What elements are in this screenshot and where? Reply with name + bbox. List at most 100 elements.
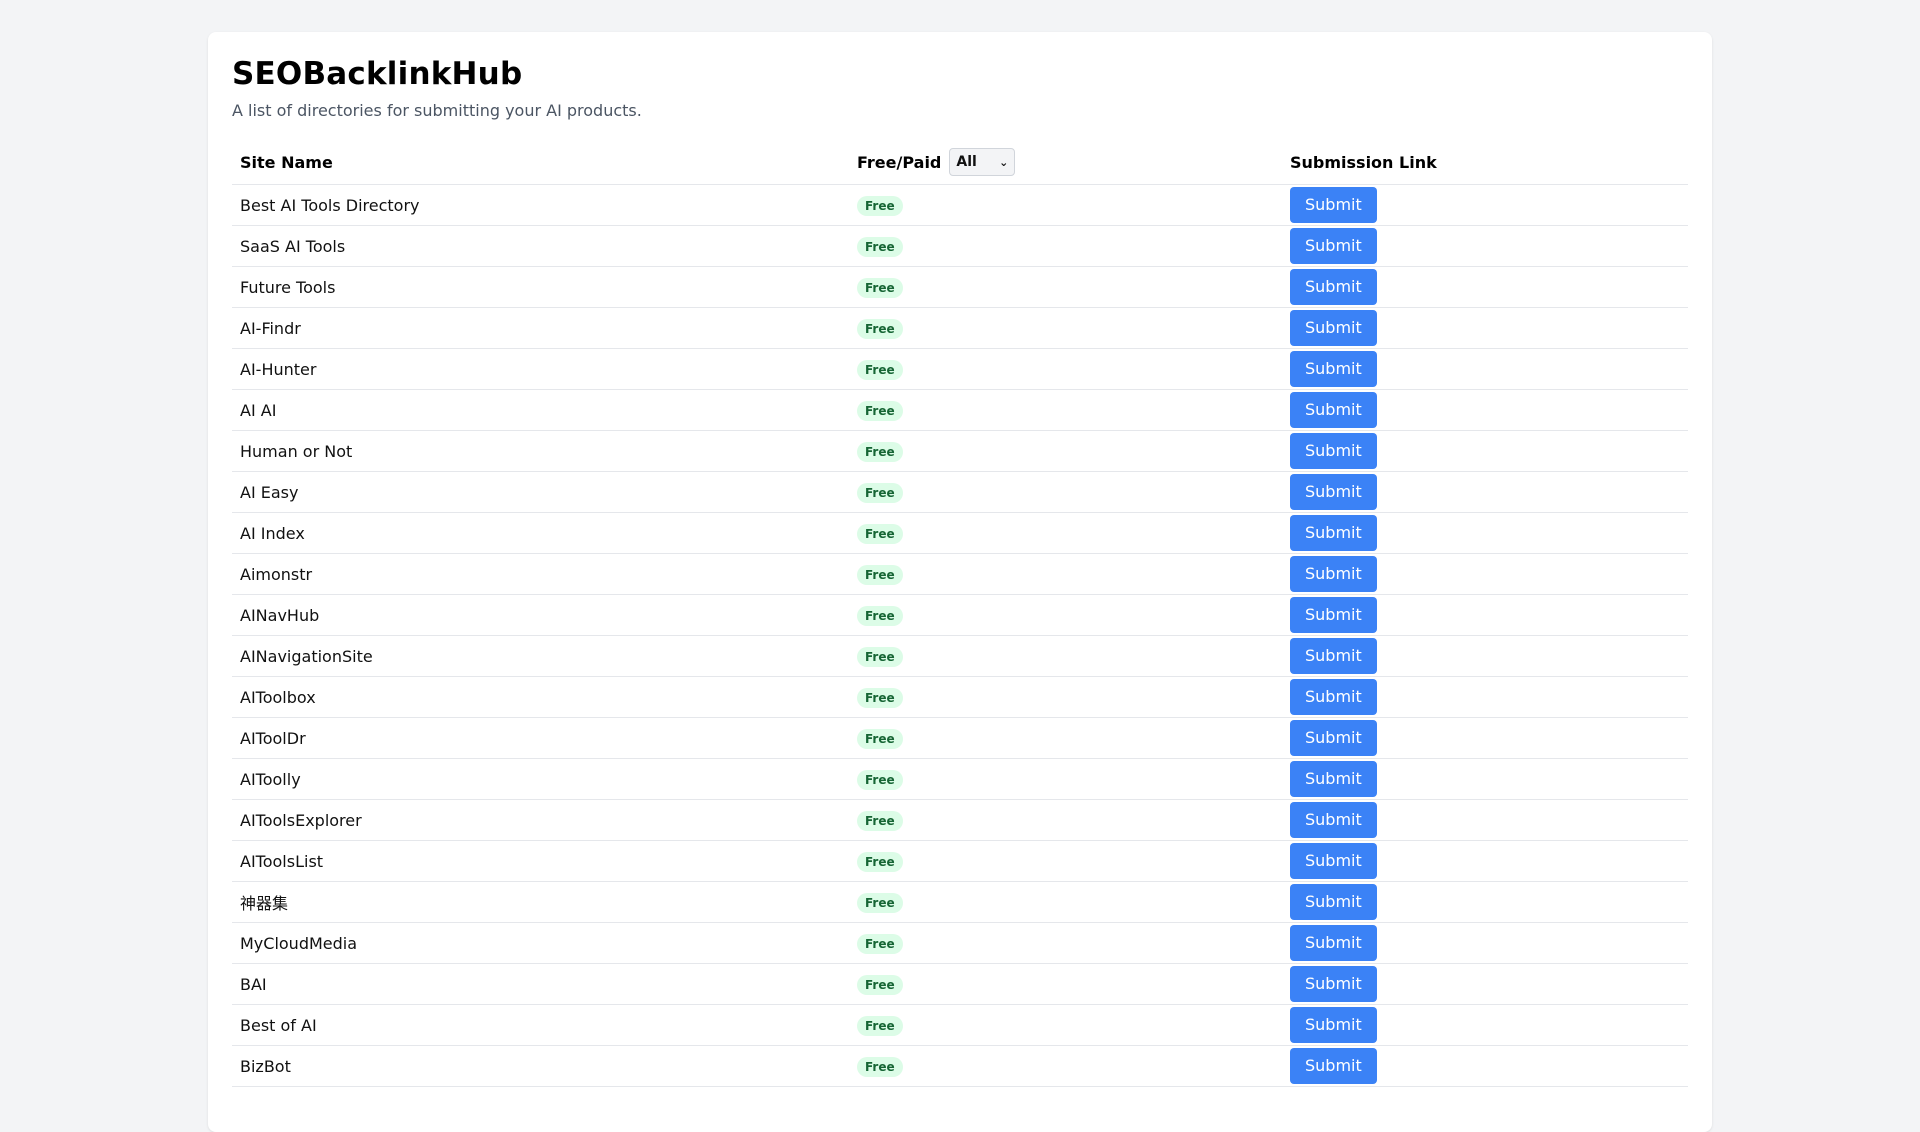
submit-button[interactable]: Submit xyxy=(1290,802,1377,838)
pricing-badge: Free xyxy=(857,523,903,544)
submission-cell: Submit xyxy=(1282,881,1688,923)
site-name-cell: Future Tools xyxy=(232,266,849,308)
table-header-row: Site Name Free/Paid All ⌄ Submission Lin… xyxy=(232,140,1688,185)
pricing-cell: Free xyxy=(849,1004,1282,1046)
submission-cell: Submit xyxy=(1282,184,1688,226)
pricing-cell: Free xyxy=(849,963,1282,1005)
pricing-badge: Free xyxy=(857,1056,903,1077)
pricing-badge: Free xyxy=(857,769,903,790)
pricing-badge: Free xyxy=(857,441,903,462)
site-name-cell: Best AI Tools Directory xyxy=(232,184,849,226)
submit-button[interactable]: Submit xyxy=(1290,884,1377,920)
pricing-badge: Free xyxy=(857,974,903,995)
submit-button[interactable]: Submit xyxy=(1290,310,1377,346)
submission-cell: Submit xyxy=(1282,963,1688,1005)
submit-button[interactable]: Submit xyxy=(1290,228,1377,264)
column-header-free-paid: Free/Paid All ⌄ xyxy=(849,140,1282,185)
submission-cell: Submit xyxy=(1282,225,1688,267)
table-row: AIToolbox Free Submit xyxy=(232,676,1688,718)
pricing-badge: Free xyxy=(857,400,903,421)
submit-button[interactable]: Submit xyxy=(1290,843,1377,879)
site-name-cell: AIToolbox xyxy=(232,676,849,718)
submit-button[interactable]: Submit xyxy=(1290,638,1377,674)
site-name-cell: BizBot xyxy=(232,1045,849,1087)
submit-button[interactable]: Submit xyxy=(1290,761,1377,797)
submit-button[interactable]: Submit xyxy=(1290,679,1377,715)
submit-button[interactable]: Submit xyxy=(1290,515,1377,551)
submit-button[interactable]: Submit xyxy=(1290,1048,1377,1084)
pricing-badge: Free xyxy=(857,687,903,708)
submission-cell: Submit xyxy=(1282,1004,1688,1046)
pricing-badge: Free xyxy=(857,318,903,339)
chevron-down-icon: ⌄ xyxy=(999,155,1009,169)
site-name-cell: Human or Not xyxy=(232,430,849,472)
pricing-cell: Free xyxy=(849,348,1282,390)
column-header-submission-link: Submission Link xyxy=(1282,140,1688,185)
table-row: AI-Hunter Free Submit xyxy=(232,348,1688,390)
pricing-cell: Free xyxy=(849,225,1282,267)
submit-button[interactable]: Submit xyxy=(1290,556,1377,592)
site-name-cell: AIToolsExplorer xyxy=(232,799,849,841)
submit-button[interactable]: Submit xyxy=(1290,187,1377,223)
table-row: BAI Free Submit xyxy=(232,963,1688,1005)
pricing-cell: Free xyxy=(849,389,1282,431)
pricing-badge: Free xyxy=(857,195,903,216)
pricing-cell: Free xyxy=(849,512,1282,554)
pricing-cell: Free xyxy=(849,676,1282,718)
table-row: Best AI Tools Directory Free Submit xyxy=(232,184,1688,226)
table-row: AIToolsList Free Submit xyxy=(232,840,1688,882)
table-row: AIToolly Free Submit xyxy=(232,758,1688,800)
submit-button[interactable]: Submit xyxy=(1290,351,1377,387)
submit-button[interactable]: Submit xyxy=(1290,925,1377,961)
pricing-badge: Free xyxy=(857,851,903,872)
table-row: AINavigationSite Free Submit xyxy=(232,635,1688,677)
table-row: Best of AI Free Submit xyxy=(232,1004,1688,1046)
submission-cell: Submit xyxy=(1282,922,1688,964)
submission-cell: Submit xyxy=(1282,266,1688,308)
pricing-filter-select[interactable]: All ⌄ xyxy=(949,148,1016,176)
pricing-badge: Free xyxy=(857,646,903,667)
table-row: Human or Not Free Submit xyxy=(232,430,1688,472)
site-name-cell: AIToolsList xyxy=(232,840,849,882)
submit-button[interactable]: Submit xyxy=(1290,269,1377,305)
table-row: MyCloudMedia Free Submit xyxy=(232,922,1688,964)
site-name-cell: 神器集 xyxy=(232,881,849,923)
submission-cell: Submit xyxy=(1282,594,1688,636)
submit-button[interactable]: Submit xyxy=(1290,392,1377,428)
pricing-filter-value: All xyxy=(956,154,977,170)
submit-button[interactable]: Submit xyxy=(1290,597,1377,633)
submit-button[interactable]: Submit xyxy=(1290,1007,1377,1043)
submission-cell: Submit xyxy=(1282,430,1688,472)
pricing-cell: Free xyxy=(849,758,1282,800)
pricing-badge: Free xyxy=(857,728,903,749)
pricing-badge: Free xyxy=(857,605,903,626)
table-row: Aimonstr Free Submit xyxy=(232,553,1688,595)
submit-button[interactable]: Submit xyxy=(1290,474,1377,510)
directory-table: Site Name Free/Paid All ⌄ Submission Lin… xyxy=(232,140,1688,1087)
pricing-cell: Free xyxy=(849,307,1282,349)
pricing-cell: Free xyxy=(849,430,1282,472)
submit-button[interactable]: Submit xyxy=(1290,433,1377,469)
submission-cell: Submit xyxy=(1282,471,1688,513)
submission-cell: Submit xyxy=(1282,635,1688,677)
submit-button[interactable]: Submit xyxy=(1290,966,1377,1002)
page-subtitle: A list of directories for submitting you… xyxy=(232,101,642,120)
submission-cell: Submit xyxy=(1282,348,1688,390)
pricing-cell: Free xyxy=(849,840,1282,882)
page-title: SEOBacklinkHub xyxy=(232,56,523,92)
pricing-cell: Free xyxy=(849,553,1282,595)
site-name-cell: AI-Hunter xyxy=(232,348,849,390)
site-name-cell: AI Index xyxy=(232,512,849,554)
table-row: AIToolsExplorer Free Submit xyxy=(232,799,1688,841)
pricing-cell: Free xyxy=(849,635,1282,677)
site-name-cell: AIToolly xyxy=(232,758,849,800)
submission-cell: Submit xyxy=(1282,758,1688,800)
pricing-badge: Free xyxy=(857,359,903,380)
pricing-badge: Free xyxy=(857,933,903,954)
submission-cell: Submit xyxy=(1282,676,1688,718)
table-row: AI Easy Free Submit xyxy=(232,471,1688,513)
table-row: AIToolDr Free Submit xyxy=(232,717,1688,759)
pricing-cell: Free xyxy=(849,799,1282,841)
submit-button[interactable]: Submit xyxy=(1290,720,1377,756)
submission-cell: Submit xyxy=(1282,307,1688,349)
